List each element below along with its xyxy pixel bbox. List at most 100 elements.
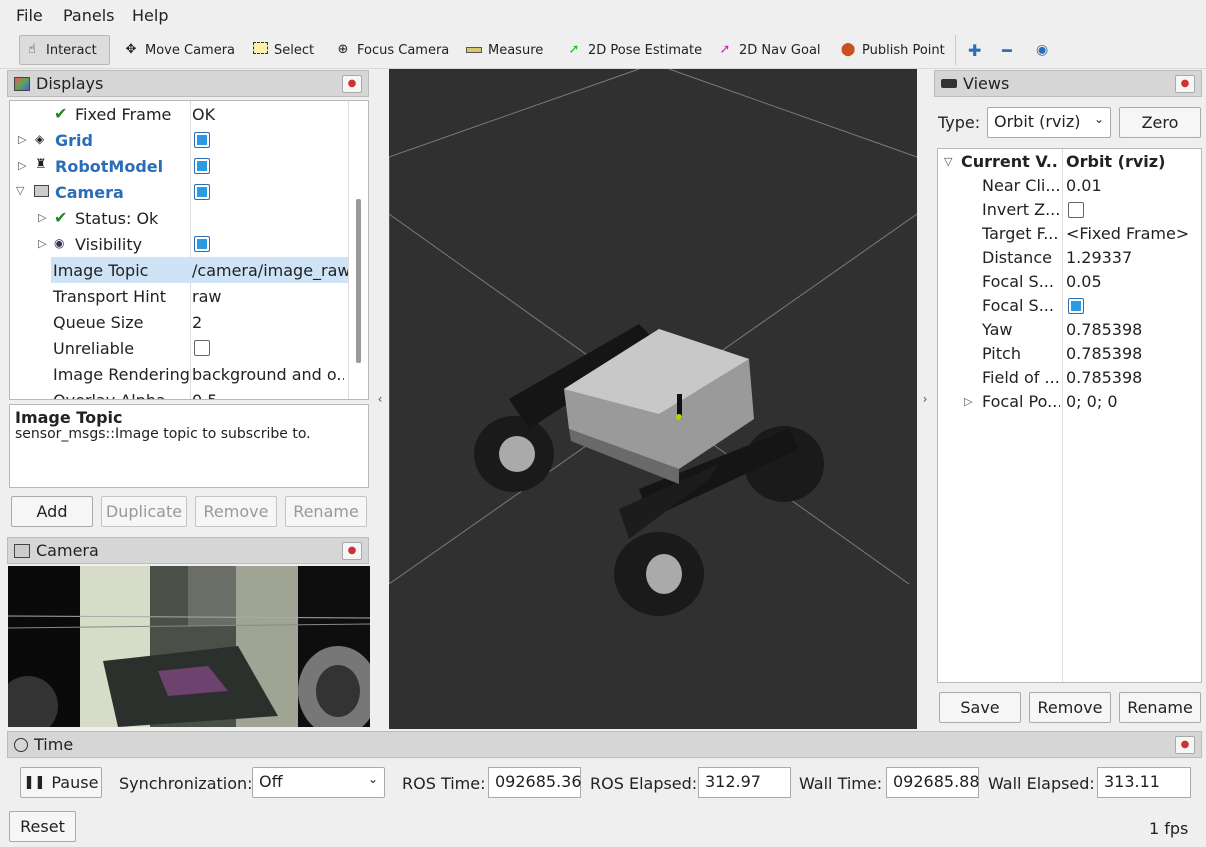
sync-label: Synchronization: [119,774,253,793]
ros-time-field[interactable]: 092685.36 [488,767,582,798]
expand-arrow-icon[interactable]: ▷ [964,395,972,408]
close-icon[interactable]: ● [1175,75,1195,93]
tree-row-fixed-frame[interactable]: ✔ Fixed Frame OK [10,101,348,127]
focal-point-value[interactable]: 0; 0; 0 [1066,392,1118,411]
collapse-right-arrow-icon[interactable]: › [919,70,931,727]
views-row-target-frame[interactable]: Target F... <Fixed Frame> [938,221,1201,245]
views-row-distance[interactable]: Distance 1.29337 [938,245,1201,269]
measure-tool[interactable]: Measure [462,35,547,65]
unreliable-checkbox[interactable] [194,340,210,356]
tree-row-queue-size[interactable]: Queue Size 2 [10,309,348,335]
menu-help[interactable]: Help [132,6,168,25]
expand-arrow-icon[interactable]: ▷ [18,159,26,172]
distance-value[interactable]: 1.29337 [1066,248,1132,267]
type-label: Type: [938,113,981,132]
sync-value: Off [259,772,283,791]
overlay-alpha-label: Overlay Alpha [53,391,166,399]
grid-checkbox[interactable] [194,132,210,148]
publish-point-tool[interactable]: ⬤ Publish Point [836,35,949,65]
sync-select[interactable]: Off ⌄ [252,767,385,798]
overlay-alpha-value[interactable]: 0.5 [192,391,346,399]
tree-row-camera[interactable]: ▽ Camera [10,179,348,205]
queue-size-value[interactable]: 2 [192,313,346,332]
add-button[interactable]: Add [11,496,93,527]
collapse-arrow-icon[interactable]: ▽ [944,155,952,168]
duplicate-button[interactable]: Duplicate [101,496,187,527]
current-view-label: Current V... [961,152,1057,171]
camera-checkbox[interactable] [194,184,210,200]
wall-time-field[interactable]: 092685.88 [886,767,980,798]
focus-camera-icon: ⊕ [337,42,349,57]
nav-goal-tool[interactable]: ➚ 2D Nav Goal [713,35,825,65]
pose-estimate-tool[interactable]: ➚ 2D Pose Estimate [562,35,706,65]
move-camera-tool[interactable]: ✥ Move Camera [119,35,239,65]
scroll-divider [348,101,349,399]
rename-view-button[interactable]: Rename [1119,692,1201,723]
ros-elapsed-field[interactable]: 312.97 [698,767,791,798]
invert-z-checkbox[interactable] [1068,202,1084,218]
rename-display-button[interactable]: Rename [285,496,367,527]
views-row-focal-point[interactable]: ▷ Focal Po... 0; 0; 0 [938,389,1201,413]
monitor-icon [14,76,30,91]
remove-view-button[interactable]: Remove [1029,692,1111,723]
expand-arrow-icon[interactable]: ▷ [18,133,26,146]
robot-model-checkbox[interactable] [194,158,210,174]
target-frame-value[interactable]: <Fixed Frame> [1066,224,1189,243]
collapse-left-arrow-icon[interactable]: ‹ [374,70,386,727]
field-of-view-value[interactable]: 0.785398 [1066,368,1142,387]
eye-icon[interactable]: ◉ [1032,35,1052,65]
image-rendering-value[interactable]: background and o... [192,365,344,384]
focal-shape-size-value[interactable]: 0.05 [1066,272,1102,291]
view-type-select[interactable]: Orbit (rviz) ⌄ [987,107,1111,138]
scrollbar-thumb[interactable] [356,199,361,363]
menu-file[interactable]: File [16,6,43,25]
views-row-focal-shape-size[interactable]: Focal S... 0.05 [938,269,1201,293]
views-title-bar: Views ● [934,70,1202,97]
tree-row-transport-hint[interactable]: Transport Hint raw [10,283,348,309]
views-row-focal-shape-fixed[interactable]: Focal S... [938,293,1201,317]
interact-tool[interactable]: ☝ Interact [19,35,110,65]
pitch-value[interactable]: 0.785398 [1066,344,1142,363]
plus-icon[interactable]: ✚ [964,35,985,65]
save-view-button[interactable]: Save [939,692,1021,723]
zero-button[interactable]: Zero [1119,107,1201,138]
views-row-yaw[interactable]: Yaw 0.785398 [938,317,1201,341]
focal-shape-fixed-checkbox[interactable] [1068,298,1084,314]
tree-row-overlay-alpha[interactable]: Overlay Alpha 0.5 [10,387,348,399]
views-row-near-clip[interactable]: Near Cli... 0.01 [938,173,1201,197]
close-icon[interactable]: ● [342,75,362,93]
select-tool[interactable]: Select [248,35,318,65]
displays-tree: ✔ Fixed Frame OK ▷ ◈ Grid ▷ ♜ RobotModel… [9,100,369,400]
collapse-arrow-icon[interactable]: ▽ [16,184,24,197]
expand-arrow-icon[interactable]: ▷ [38,211,46,224]
minus-icon[interactable]: ━ [998,35,1016,65]
3d-viewport[interactable] [389,69,917,729]
remove-display-button[interactable]: Remove [195,496,277,527]
near-clip-value[interactable]: 0.01 [1066,176,1102,195]
visibility-checkbox[interactable] [194,236,210,252]
focus-camera-tool[interactable]: ⊕ Focus Camera [331,35,453,65]
tree-row-grid[interactable]: ▷ ◈ Grid [10,127,348,153]
ruler-icon [466,42,482,58]
views-tree-header-row[interactable]: ▽ Current V... Orbit (rviz) [938,149,1201,173]
tree-row-visibility[interactable]: ▷ ◉ Visibility [10,231,348,257]
close-icon[interactable]: ● [1175,736,1195,754]
tree-row-status[interactable]: ▷ ✔ Status: Ok [10,205,348,231]
image-topic-value[interactable]: /camera/image_raw [192,261,348,280]
close-icon[interactable]: ● [342,542,362,560]
transport-hint-value[interactable]: raw [192,287,346,306]
tree-row-image-topic[interactable]: Image Topic /camera/image_raw [51,257,348,283]
tree-row-unreliable[interactable]: Unreliable [10,335,348,361]
expand-arrow-icon[interactable]: ▷ [38,237,46,250]
tree-row-robot-model[interactable]: ▷ ♜ RobotModel [10,153,348,179]
wall-elapsed-field[interactable]: 313.11 [1097,767,1191,798]
tree-row-image-rendering[interactable]: Image Rendering background and o... [10,361,348,387]
pause-button[interactable]: ❚❚ Pause [20,767,102,798]
views-row-field-of-view[interactable]: Field of ... 0.785398 [938,365,1201,389]
image-topic-label: Image Topic [53,261,149,280]
menu-panels[interactable]: Panels [63,6,115,25]
views-row-invert-z[interactable]: Invert Z... [938,197,1201,221]
views-row-pitch[interactable]: Pitch 0.785398 [938,341,1201,365]
reset-button[interactable]: Reset [9,811,76,842]
yaw-value[interactable]: 0.785398 [1066,320,1142,339]
